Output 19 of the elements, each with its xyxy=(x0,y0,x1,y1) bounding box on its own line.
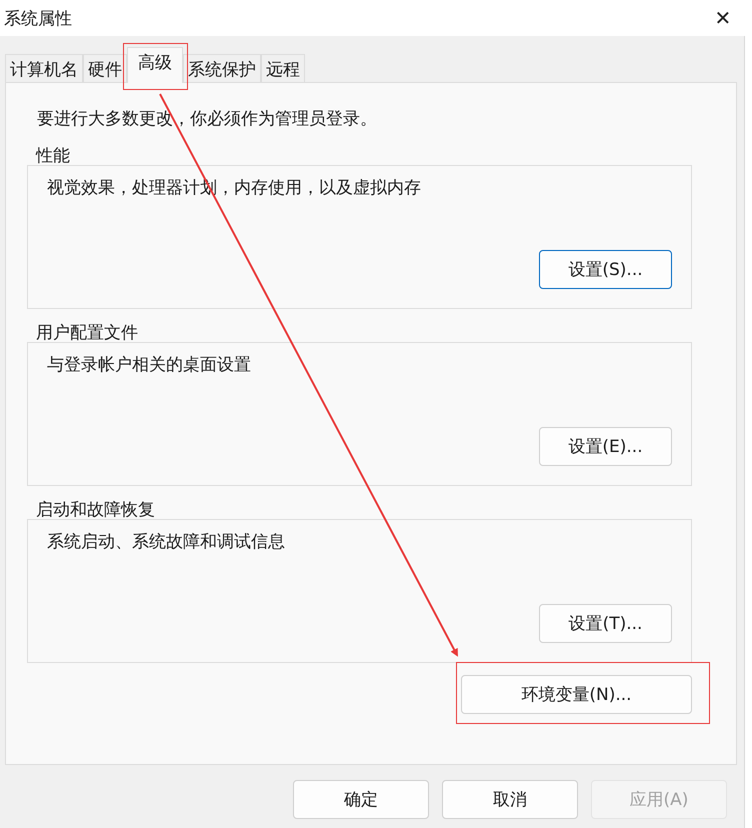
tab[interactable]: 高级 xyxy=(127,47,183,83)
settings-button[interactable]: 设置(T)... xyxy=(539,604,672,643)
group-description: 系统启动、系统故障和调试信息 xyxy=(47,531,286,553)
close-button[interactable]: ✕ xyxy=(701,0,745,36)
admin-notice: 要进行大多数更改，你必须作为管理员登录。 xyxy=(37,108,378,130)
group-title: 启动和故障恢复 xyxy=(36,499,156,521)
group-description: 与登录帐户相关的桌面设置 xyxy=(47,354,252,376)
group-title: 用户配置文件 xyxy=(36,322,139,344)
tab[interactable]: 硬件 xyxy=(83,54,127,82)
dialog-button[interactable]: 取消 xyxy=(442,780,578,819)
settings-button[interactable]: 设置(S)... xyxy=(539,250,672,289)
group-title: 性能 xyxy=(36,145,71,167)
tab[interactable]: 系统保护 xyxy=(183,54,261,82)
settings-button[interactable]: 设置(E)... xyxy=(539,427,672,466)
tab[interactable]: 计算机名 xyxy=(5,54,83,82)
dialog-button[interactable]: 确定 xyxy=(293,780,429,819)
window-title: 系统属性 xyxy=(3,8,72,30)
environment-variables-button[interactable]: 环境变量(N)... xyxy=(461,675,692,714)
tab[interactable]: 远程 xyxy=(261,54,305,82)
